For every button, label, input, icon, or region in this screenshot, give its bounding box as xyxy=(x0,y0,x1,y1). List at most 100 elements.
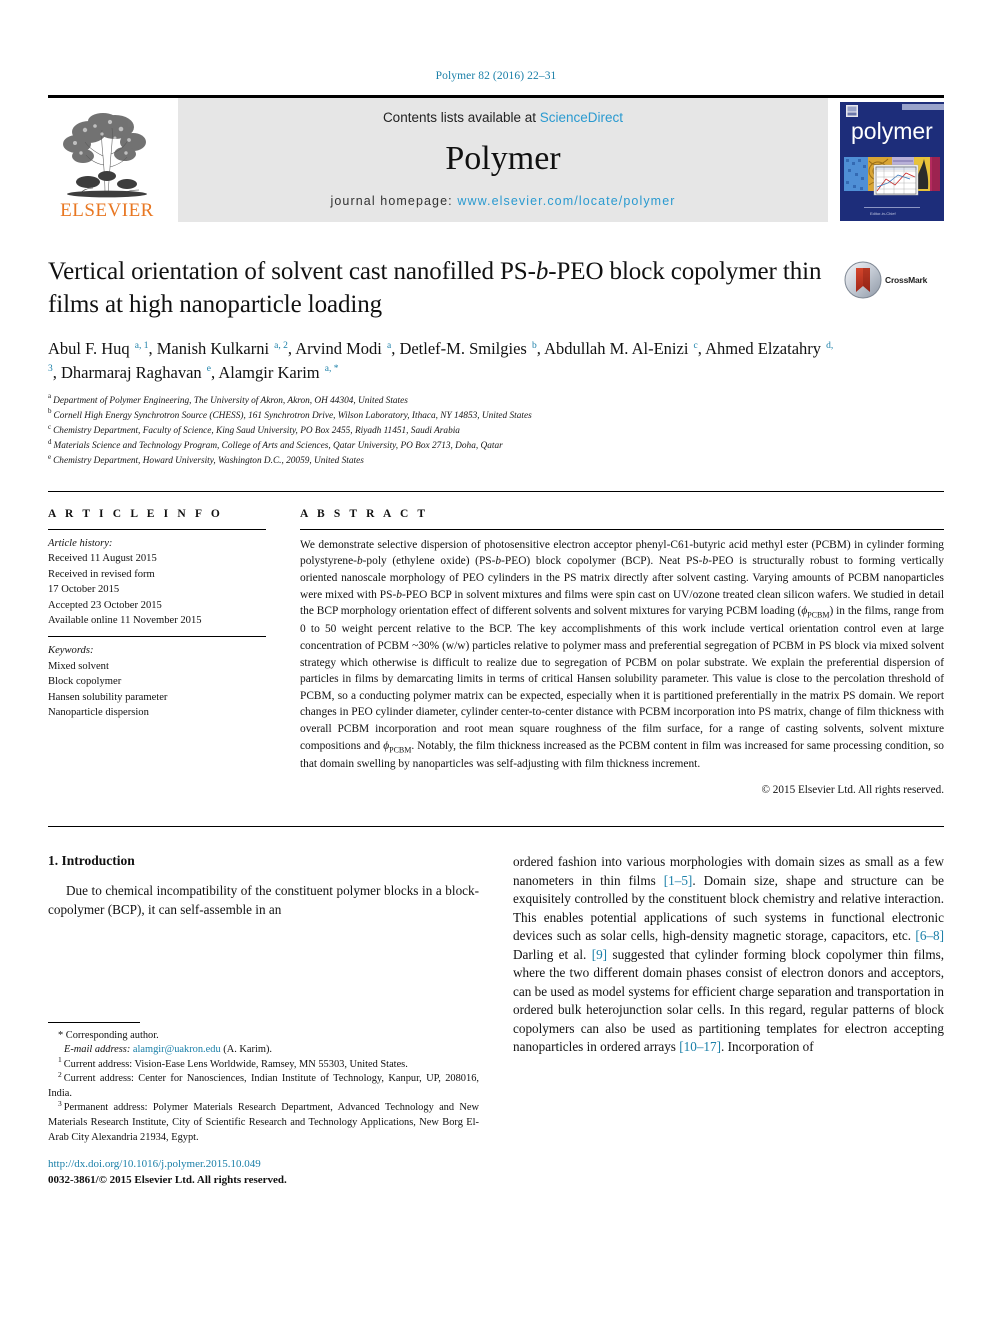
affiliation-text: Department of Polymer Engineering, The U… xyxy=(53,395,408,406)
email-label: E-mail address: xyxy=(64,1044,131,1056)
affiliation-item: a Department of Polymer Engineering, The … xyxy=(48,393,834,409)
author-affil-mark: a, * xyxy=(324,364,339,375)
article-history-group: Article history: Received 11 August 2015… xyxy=(48,530,266,637)
abstract-frag: -PEO) block copolymer (BCP). Neat PS- xyxy=(501,555,703,568)
email-link[interactable]: alamgir@uakron.edu xyxy=(133,1044,221,1055)
affiliation-text: Cornell High Energy Synchrotron Source (… xyxy=(53,410,532,421)
elsevier-wordmark: ELSEVIER xyxy=(60,200,154,221)
citation-ref[interactable]: [9] xyxy=(592,947,607,962)
author-item: Manish Kulkarni a, 2, xyxy=(156,339,296,358)
article-info-column: A R T I C L E I N F O Article history: R… xyxy=(48,508,300,797)
affiliation-list: a Department of Polymer Engineering, The … xyxy=(48,393,834,469)
article-history-label: Article history: xyxy=(48,537,113,549)
history-item: Received 11 August 2015 xyxy=(48,553,157,565)
citation-ref[interactable]: [1–5] xyxy=(664,873,693,888)
footnote-block: * Corresponding author. E-mail address: … xyxy=(48,1021,479,1189)
author-item: Abdullah M. Al-Enizi c, xyxy=(544,339,706,358)
footnote-text: Permanent address: Polymer Materials Res… xyxy=(48,1102,479,1143)
affiliation-item: c Chemistry Department, Faculty of Scienc… xyxy=(48,423,834,439)
abstract-frag: ) in the films, range from 0 to 50 weigh… xyxy=(300,605,944,752)
journal-band: Contents lists available at ScienceDirec… xyxy=(178,98,828,222)
author-affil-mark: a xyxy=(386,340,392,351)
author-item: Abul F. Huq a, 1, xyxy=(48,339,157,358)
citation-ref[interactable]: [6–8] xyxy=(915,928,944,943)
journal-cover-image: polymer Editor-in-Chief xyxy=(840,99,944,221)
footnote-text: Current address: Center for Nanosciences… xyxy=(48,1073,479,1099)
keyword-item: Mixed solvent xyxy=(48,660,109,672)
affiliation-text: Chemistry Department, Howard University,… xyxy=(53,455,364,466)
abstract-column: A B S T R A C T We demonstrate selective… xyxy=(300,507,945,797)
affiliation-text: Chemistry Department, Faculty of Science… xyxy=(53,425,460,436)
intro-paragraph-left: Due to chemical incompatibility of the c… xyxy=(48,883,479,917)
history-item: Available online 11 November 2015 xyxy=(48,615,202,626)
crossmark-icon xyxy=(844,261,882,299)
intro-frag: . Incorporation of xyxy=(721,1039,814,1055)
doi-link[interactable]: http://dx.doi.org/10.1016/j.polymer.2015… xyxy=(48,1157,479,1173)
running-head: Polymer 82 (2016) 22–31 xyxy=(435,70,557,82)
body-columns: 1. Introduction Due to chemical incompat… xyxy=(48,853,944,1188)
abstract-text: We demonstrate selective dispersion of p… xyxy=(300,530,944,773)
footnote-item-1: 1 Current address: Vision-Ease Lens World… xyxy=(48,1056,479,1073)
footnote-item-3: 3 Permanent address: Polymer Materials Re… xyxy=(48,1100,479,1145)
history-item: 17 October 2015 xyxy=(48,584,120,596)
info-abstract-section: A R T I C L E I N F O Article history: R… xyxy=(48,490,945,797)
author-affil-mark: c xyxy=(693,340,698,351)
footnote-email: E-mail address: alamgir@uakron.edu (A. K… xyxy=(48,1043,479,1058)
right-column: ordered fashion into various morphologie… xyxy=(513,853,944,1188)
journal-article-page: Polymer 82 (2016) 22–31 ELSEVIER Content… xyxy=(0,0,992,1323)
abstract-heading: A B S T R A C T xyxy=(300,507,429,520)
page-title: Vertical orientation of solvent cast nan… xyxy=(48,258,822,318)
svg-text:Editor-in-Chief: Editor-in-Chief xyxy=(870,211,896,216)
journal-masthead: ELSEVIER Contents lists available at Sci… xyxy=(48,95,944,222)
sciencedirect-link[interactable]: ScienceDirect xyxy=(540,110,623,125)
affiliation-item: b Cornell High Energy Synchrotron Source … xyxy=(48,408,834,424)
homepage-prefix: journal homepage: xyxy=(330,194,458,208)
author-affil-mark: e xyxy=(206,364,211,375)
keyword-item: Hansen solubility parameter xyxy=(48,691,168,703)
divider xyxy=(48,826,944,828)
left-column: 1. Introduction Due to chemical incompat… xyxy=(48,853,479,1188)
intro-frag: Darling et al. xyxy=(513,946,592,962)
affiliation-item: e Chemistry Department, Howard University… xyxy=(48,453,834,469)
author-item: Arvind Modi a, xyxy=(295,339,400,358)
footnote-divider xyxy=(48,1021,140,1023)
issn-copyright-line: 0032-3861/© 2015 Elsevier Ltd. All right… xyxy=(48,1173,287,1186)
phi-subscript: PCBM xyxy=(807,610,830,620)
affiliation-text: Materials Science and Technology Program… xyxy=(53,440,503,451)
title-block: CrossMark Vertical orientation of solven… xyxy=(48,256,944,469)
intro-paragraph-right: ordered fashion into various morphologie… xyxy=(513,853,944,1056)
author-list: Abul F. Huq a, 1, Manish Kulkarni a, 2, … xyxy=(48,337,834,385)
journal-title: Polymer xyxy=(445,139,561,177)
abstract-frag: -poly (ethylene oxide) (PS- xyxy=(362,555,496,568)
phi-subscript: PCBM xyxy=(389,745,412,755)
keyword-item: Block copolymer xyxy=(48,676,122,688)
abstract-copyright: © 2015 Elsevier Ltd. All rights reserved… xyxy=(761,784,945,797)
author-affil-mark: a, 1 xyxy=(134,340,149,351)
section-heading-introduction: 1. Introduction xyxy=(48,853,135,869)
keywords-label: Keywords: xyxy=(48,645,94,657)
journal-cover-thumbnail[interactable]: polymer Editor-in-Chief xyxy=(840,99,944,221)
crossmark-badge[interactable]: CrossMark xyxy=(844,258,944,302)
author-item: Detlef-M. Smilgies b, xyxy=(399,339,545,358)
elsevier-tree-icon xyxy=(63,113,147,198)
citation-ref[interactable]: [10–17] xyxy=(679,1039,721,1054)
elsevier-logo: ELSEVIER xyxy=(48,98,166,222)
footnote-text: Current address: Vision-Ease Lens Worldw… xyxy=(63,1058,408,1070)
journal-homepage-line: journal homepage: www.elsevier.com/locat… xyxy=(330,194,675,208)
keyword-item: Nanoparticle dispersion xyxy=(48,707,149,719)
email-attribution: (A. Karim). xyxy=(223,1044,273,1056)
svg-text:polymer: polymer xyxy=(851,118,933,144)
journal-homepage-link[interactable]: www.elsevier.com/locate/polymer xyxy=(457,194,675,208)
contents-available-line: Contents lists available at ScienceDirec… xyxy=(383,110,623,125)
affiliation-item: d Materials Science and Technology Progra… xyxy=(48,438,834,454)
crossmark-label: CrossMark xyxy=(885,275,928,285)
article-info-heading: A R T I C L E I N F O xyxy=(48,507,223,520)
author-item: Alamgir Karim a, * xyxy=(218,362,339,382)
history-item: Received in revised form xyxy=(48,568,155,580)
author-item: Dharmaraj Raghavan e, xyxy=(61,362,219,382)
contents-prefix: Contents lists available at xyxy=(382,110,540,125)
footnote-item-2: 2 Current address: Center for Nanoscience… xyxy=(48,1071,479,1101)
footnote-corresponding: * Corresponding author. xyxy=(58,1029,159,1041)
footnotes: * Corresponding author. E-mail address: … xyxy=(48,1029,479,1146)
doi-block: http://dx.doi.org/10.1016/j.polymer.2015… xyxy=(48,1157,479,1188)
